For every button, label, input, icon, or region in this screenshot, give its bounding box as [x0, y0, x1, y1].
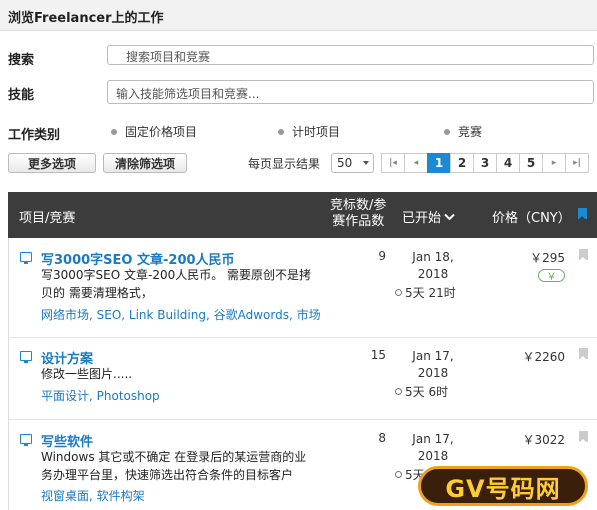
page-button-3[interactable]: 3	[473, 153, 497, 173]
next-page-button[interactable]: ▸	[542, 153, 566, 173]
page-button-2[interactable]: 2	[450, 153, 474, 173]
bookmark-icon[interactable]	[578, 208, 587, 220]
clear-filters-button[interactable]: 清除筛选项	[103, 153, 187, 173]
table-row[interactable]: 写3000字SEO 文章-200人民币 写3000字SEO 文章-200人民币。…	[9, 238, 597, 338]
sort-desc-icon	[444, 213, 455, 220]
per-page-label: 每页显示结果	[248, 157, 321, 171]
chevron-down-icon	[363, 161, 369, 165]
search-label: 搜索	[8, 53, 35, 68]
per-page-select[interactable]: 50	[331, 153, 374, 173]
start-date: Jan 17, 2018	[403, 431, 463, 465]
bid-count: 8	[378, 431, 386, 445]
project-price: ￥295	[530, 251, 565, 265]
watermark-logo: GV号码网	[418, 466, 588, 506]
start-date-line2: 2018	[417, 449, 449, 463]
skills-label: 技能	[8, 88, 35, 103]
last-page-button[interactable]: ▸|	[565, 153, 589, 173]
skills-input[interactable]: 输入技能筛选项目和竞赛...	[107, 80, 594, 104]
start-date-line1: Jan 17,	[412, 349, 454, 363]
project-price: ￥2260	[522, 350, 565, 364]
clock-icon	[395, 289, 402, 296]
first-page-button[interactable]: |◂	[381, 153, 405, 173]
project-price: ￥3022	[522, 433, 565, 447]
radio-dot-icon	[444, 128, 450, 135]
page-button-5[interactable]: 5	[519, 153, 543, 173]
table-row[interactable]: 设计方案 修改一些图片..... 平面设计, Photoshop 15 Jan …	[9, 338, 597, 420]
project-description: Windows 其它或不确定 在登录后的某运营商的业务办理平台里，快速筛选出符合…	[41, 450, 307, 482]
radio-hourly-label: 计时项目	[292, 125, 341, 139]
time-remaining: 5天 6时	[395, 383, 448, 400]
more-options-button[interactable]: 更多选项	[8, 153, 96, 173]
search-input[interactable]: 搜索项目和竞赛	[107, 45, 594, 65]
bookmark-icon[interactable]	[579, 249, 588, 261]
col-project-header[interactable]: 项目/竞赛	[19, 207, 75, 226]
col-price-header[interactable]: 价格（CNY）	[492, 207, 571, 226]
radio-contest-label: 竞赛	[458, 125, 483, 139]
prev-page-button[interactable]: ◂	[404, 153, 428, 173]
start-date-line2: 2018	[417, 366, 449, 380]
start-date: Jan 18, 2018	[403, 249, 463, 283]
project-skills[interactable]: 视窗桌面, 软件构架	[41, 487, 145, 504]
start-date-line1: Jan 18,	[412, 250, 454, 264]
project-skills[interactable]: 网络市场, SEO, Link Building, 谷歌Adwords, 市场	[41, 306, 321, 323]
clock-icon	[395, 471, 402, 478]
col-started-header[interactable]: 已开始	[402, 207, 455, 226]
bookmark-icon[interactable]	[579, 431, 588, 443]
radio-dot-icon	[111, 128, 117, 135]
col-bids-header-line1: 竞标数/参	[330, 198, 387, 213]
radio-fixed-price-label: 固定价格项目	[125, 125, 198, 139]
radio-dot-icon	[278, 128, 284, 135]
radio-fixed-price[interactable]: 固定价格项目	[111, 123, 197, 140]
monitor-icon	[20, 434, 32, 446]
col-bids-header[interactable]: 竞标数/参 赛作品数	[330, 198, 386, 230]
payment-verified-badge: ￥	[538, 269, 565, 283]
col-bids-header-line2: 赛作品数	[332, 214, 385, 229]
page-button-4[interactable]: 4	[496, 153, 520, 173]
project-description: 写3000字SEO 文章-200人民币。 需要原创不是拷贝的 需要清理格式，	[41, 268, 312, 300]
start-date-line2: 2018	[417, 267, 449, 281]
page-button-1[interactable]: 1	[427, 153, 451, 173]
time-remaining-label: 5天 6时	[405, 385, 449, 399]
time-remaining: 5天 21时	[395, 284, 456, 301]
start-date-line1: Jan 17,	[412, 432, 454, 446]
radio-contest[interactable]: 竞赛	[444, 123, 482, 140]
bookmark-icon[interactable]	[579, 348, 588, 360]
monitor-icon	[20, 252, 32, 264]
project-skills[interactable]: 平面设计, Photoshop	[41, 387, 160, 404]
start-date: Jan 17, 2018	[403, 348, 463, 382]
clock-icon	[395, 388, 402, 395]
time-remaining-label: 5天 21时	[405, 286, 456, 300]
bid-count: 15	[370, 348, 386, 362]
col-started-label: 已开始	[402, 211, 442, 226]
radio-hourly[interactable]: 计时项目	[278, 123, 340, 140]
page-title: 浏览Freelancer上的工作	[0, 0, 597, 31]
project-description: 修改一些图片.....	[41, 367, 133, 381]
table-header: 项目/竞赛 竞标数/参 赛作品数 已开始 价格（CNY）	[8, 192, 597, 238]
bid-count: 9	[378, 249, 386, 263]
monitor-icon	[20, 351, 32, 363]
pagination: |◂ ◂ 1 2 3 4 5 ▸ ▸|	[381, 153, 589, 173]
per-page-value: 50	[337, 156, 353, 170]
work-type-label: 工作类别	[8, 128, 61, 143]
